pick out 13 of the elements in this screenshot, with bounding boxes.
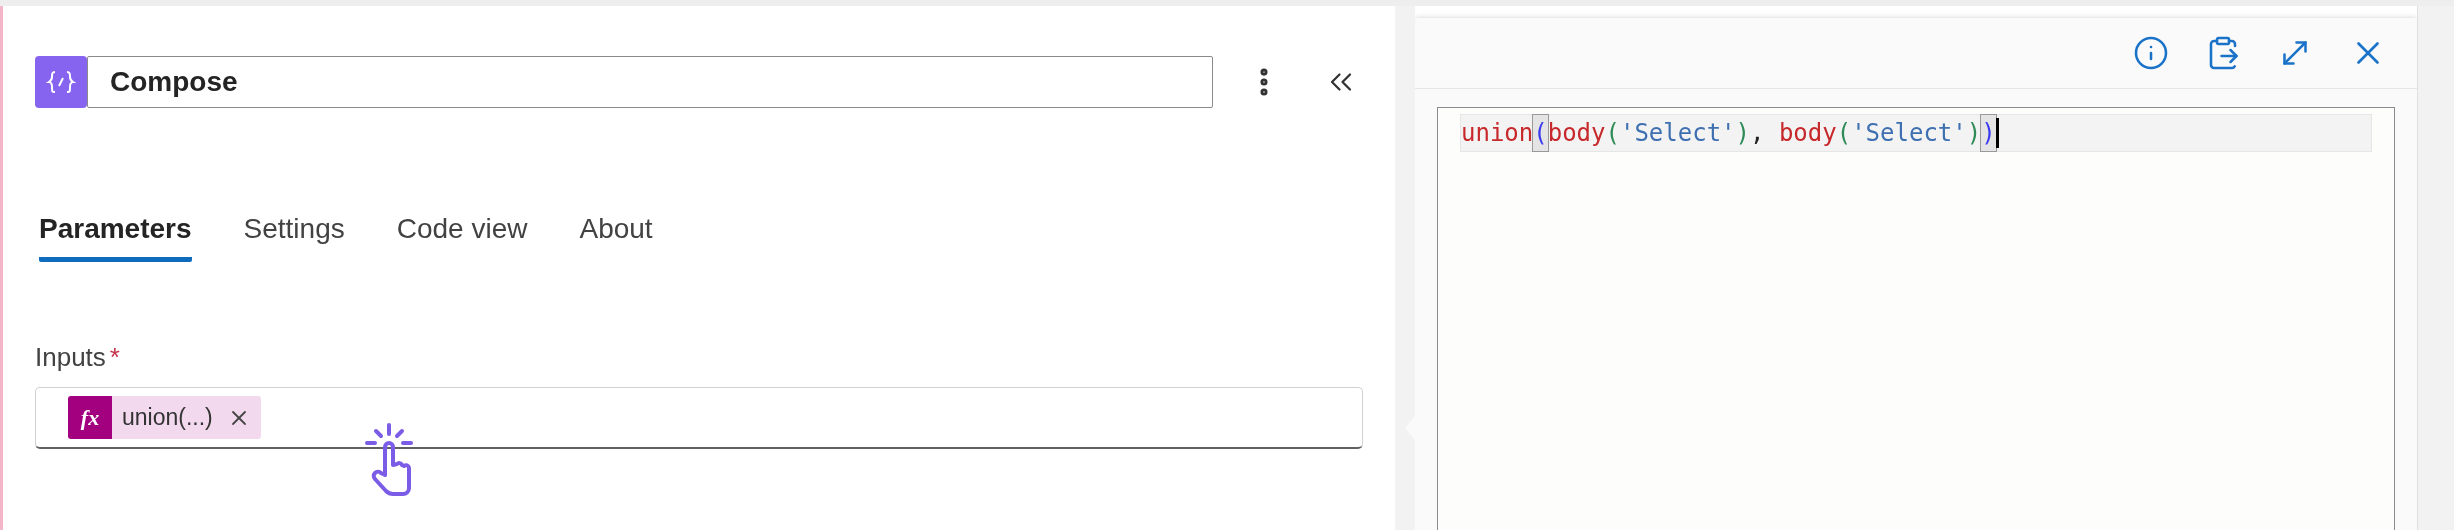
action-title-field[interactable]: Compose <box>87 56 1213 108</box>
inputs-label: Inputs <box>35 342 106 373</box>
expression-token[interactable]: fx union(...) <box>68 396 261 439</box>
tab[interactable]: Parameters <box>39 213 192 262</box>
info-icon[interactable] <box>2133 35 2169 71</box>
tab[interactable]: Code view <box>396 213 528 262</box>
required-mark: * <box>109 342 120 373</box>
tab[interactable]: Settings <box>243 213 345 262</box>
code-editor[interactable]: union(body('Select'), body('Select')) <box>1437 107 2395 530</box>
function-icon: fx <box>68 396 112 439</box>
inputs-field[interactable]: fx union(...) <box>35 387 1363 449</box>
tab[interactable]: About <box>579 213 653 262</box>
compose-icon <box>35 56 87 108</box>
